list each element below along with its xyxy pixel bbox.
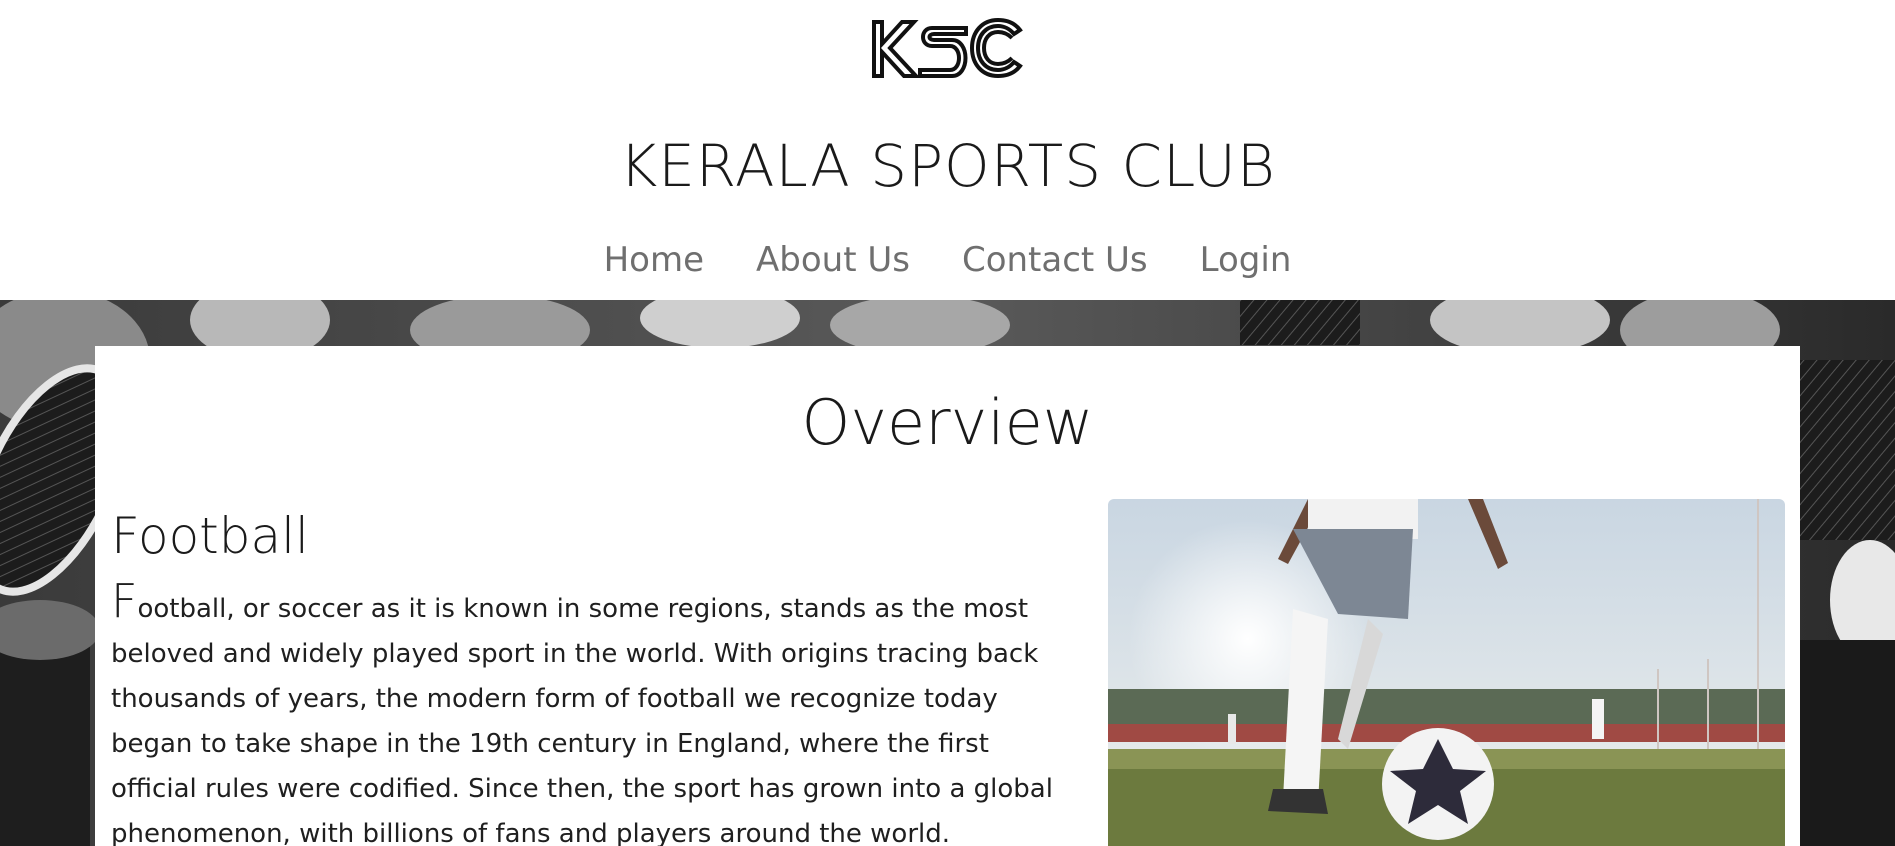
page-heading: Overview bbox=[801, 386, 1094, 459]
main-nav: Home About Us Contact Us Login bbox=[0, 236, 1895, 284]
nav-contact-us[interactable]: Contact Us bbox=[962, 236, 1148, 284]
paragraph-text: ootball, or soccer as it is known in som… bbox=[111, 594, 1053, 846]
drop-cap: F bbox=[111, 574, 138, 628]
football-player-photo bbox=[1108, 499, 1785, 846]
nav-home[interactable]: Home bbox=[604, 236, 704, 284]
nav-about-us[interactable]: About Us bbox=[756, 236, 910, 284]
section-title: Football bbox=[111, 507, 309, 565]
site-header: KERALA SPORTS CLUB Home About Us Contact… bbox=[0, 0, 1895, 300]
nav-login[interactable]: Login bbox=[1200, 236, 1292, 284]
section-paragraph: Football, or soccer as it is known in so… bbox=[111, 578, 1073, 846]
ksc-logo[interactable] bbox=[870, 16, 1026, 82]
overview-card: Overview Football Football, or soccer as… bbox=[95, 346, 1800, 846]
site-title: KERALA SPORTS CLUB bbox=[619, 132, 1276, 200]
logo-mark-icon bbox=[872, 17, 1023, 79]
